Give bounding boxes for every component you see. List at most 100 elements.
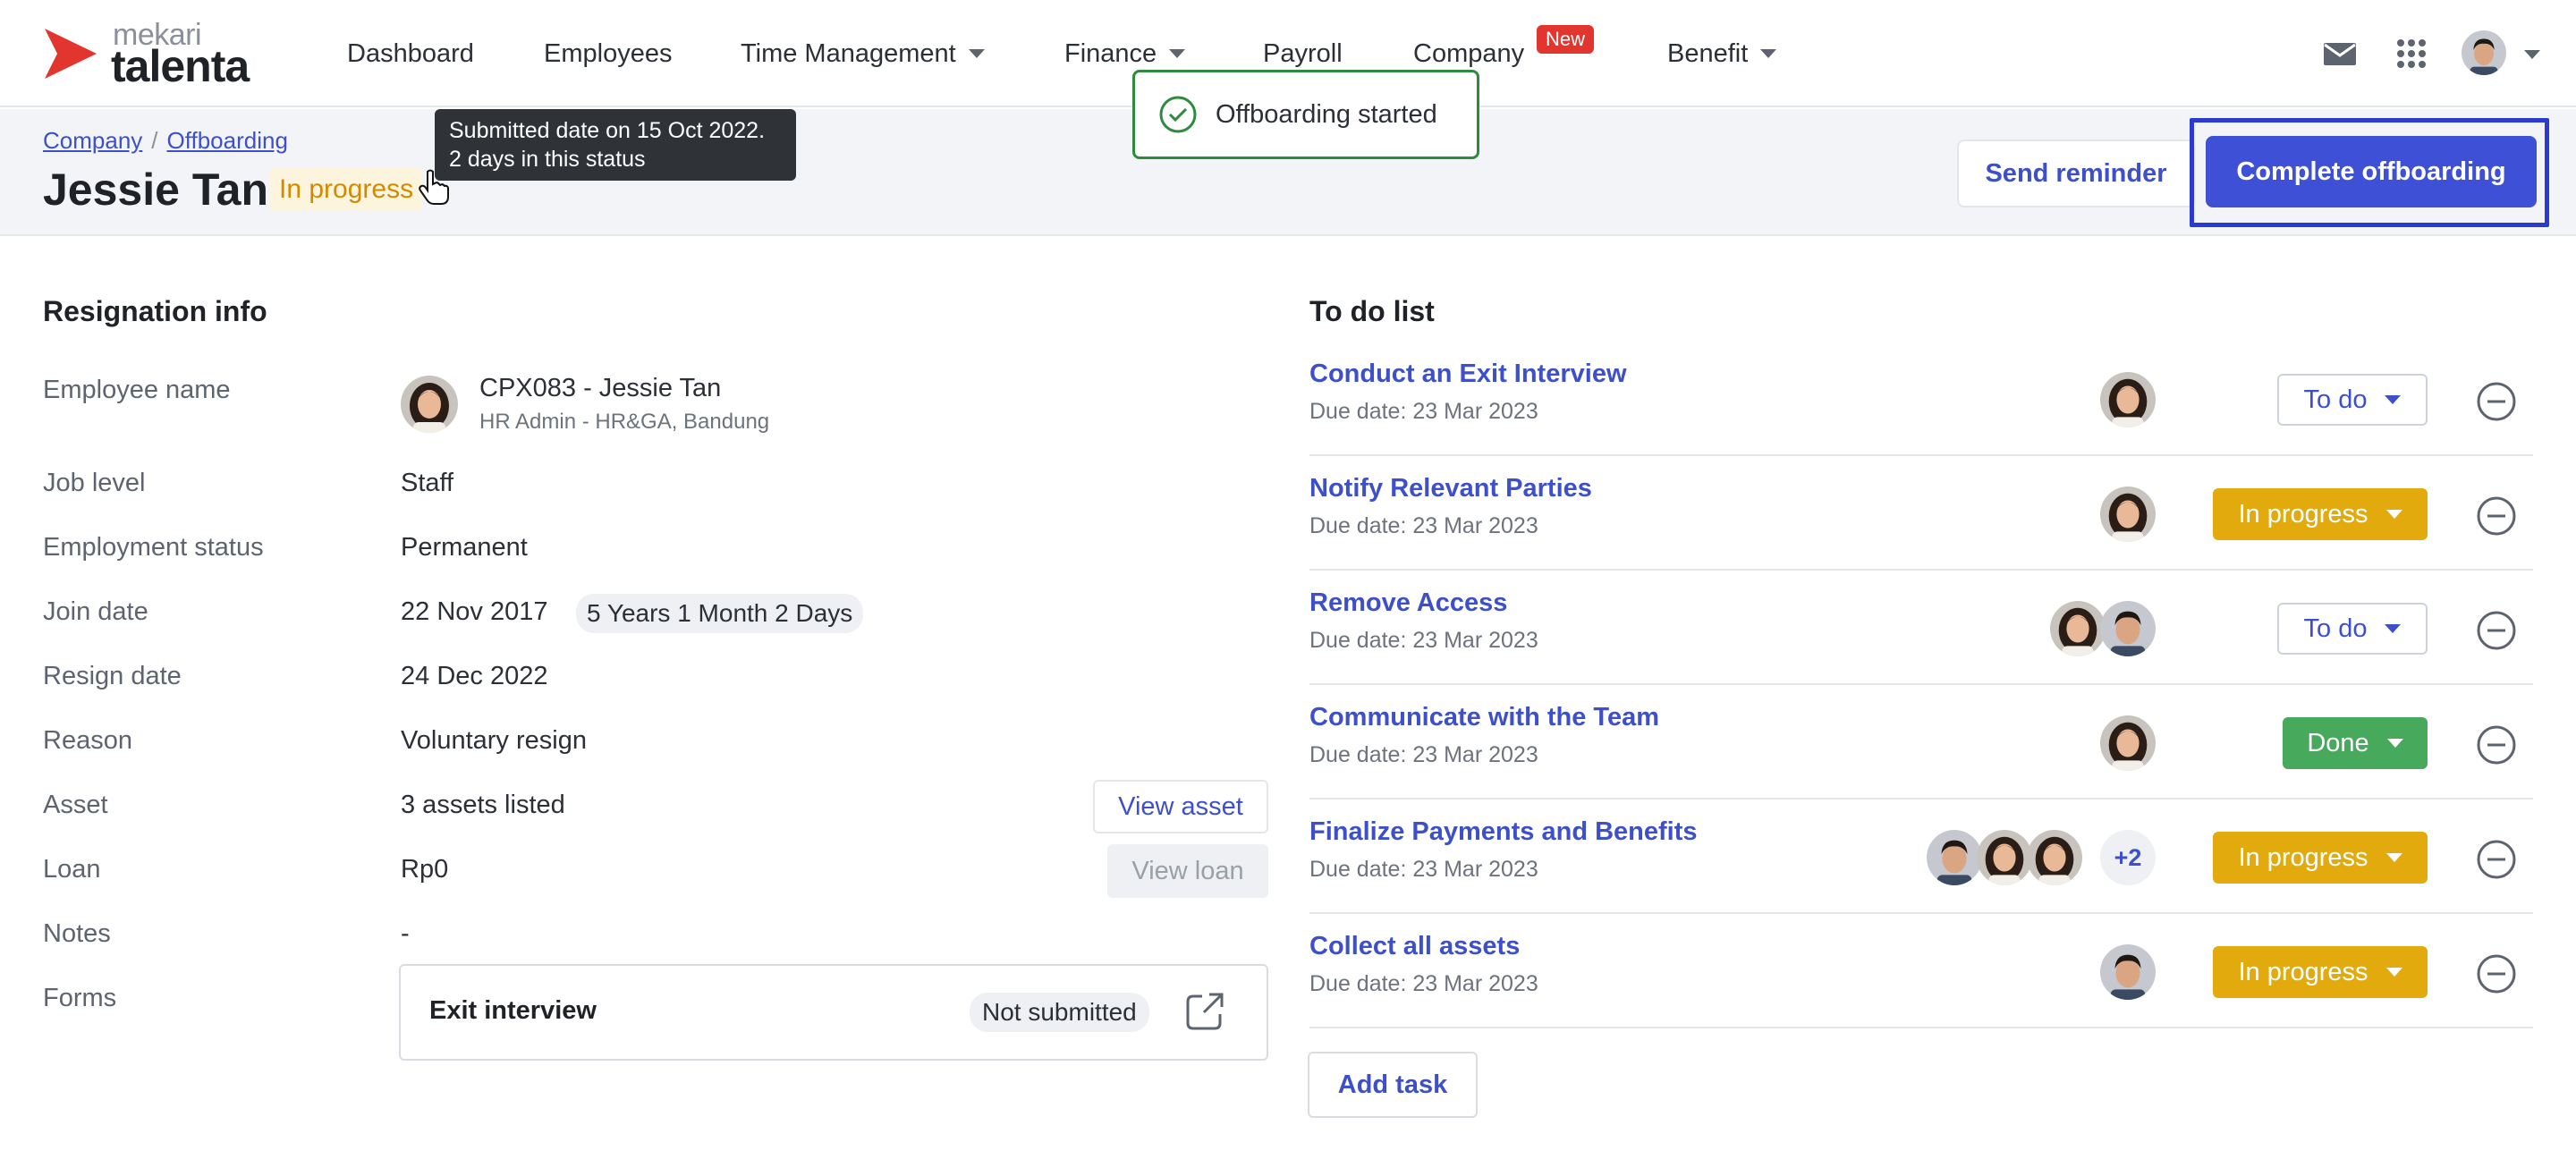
chevron-down-icon bbox=[968, 49, 985, 58]
task-title[interactable]: Remove Access bbox=[1309, 588, 1507, 618]
task-title[interactable]: Notify Relevant Parties bbox=[1309, 474, 1592, 503]
status-dropdown[interactable]: Done bbox=[2283, 717, 2428, 769]
loan-label: Loan bbox=[43, 855, 101, 884]
remove-circle-icon[interactable] bbox=[2476, 495, 2517, 537]
avatar-image bbox=[2100, 372, 2156, 427]
nav-label: Company bbox=[1413, 39, 1525, 68]
job-level-label: Job level bbox=[43, 469, 146, 497]
logo-text-big: talenta bbox=[111, 41, 250, 91]
asset-value: 3 assets listed bbox=[401, 791, 565, 819]
toast-message: Offboarding started bbox=[1216, 99, 1437, 129]
task-due-date: Due date: 23 Mar 2023 bbox=[1309, 742, 1538, 767]
success-toast: Offboarding started bbox=[1132, 70, 1479, 159]
avatar-image bbox=[2050, 601, 2106, 656]
nav-time-management[interactable]: Time Management bbox=[741, 36, 985, 72]
task-title[interactable]: Collect all assets bbox=[1309, 932, 1520, 961]
todo-row: Collect all assets Due date: 23 Mar 2023… bbox=[1309, 914, 2533, 1028]
avatar-image bbox=[1927, 830, 1982, 885]
nav-label: Time Management bbox=[741, 39, 956, 68]
status-dropdown[interactable]: In progress bbox=[2213, 946, 2428, 998]
add-task-button[interactable]: Add task bbox=[1308, 1052, 1478, 1118]
todo-row: Finalize Payments and Benefits Due date:… bbox=[1309, 799, 2533, 914]
nav-employees[interactable]: Employees bbox=[544, 36, 672, 72]
remove-circle-icon[interactable] bbox=[2476, 381, 2517, 422]
avatar-image bbox=[1977, 830, 2032, 885]
status-badge[interactable]: In progress bbox=[270, 168, 423, 211]
logo-mark-icon bbox=[45, 29, 97, 79]
tenure-badge: 5 Years 1 Month 2 Days bbox=[576, 594, 864, 633]
chevron-down-icon bbox=[1760, 49, 1777, 58]
avatar-image bbox=[401, 376, 458, 433]
task-due-date: Due date: 23 Mar 2023 bbox=[1309, 857, 1538, 882]
employee-avatar bbox=[401, 376, 458, 433]
status-dropdown-label: In progress bbox=[2238, 957, 2368, 986]
assignee-avatar bbox=[2050, 601, 2106, 656]
task-title[interactable]: Conduct an Exit Interview bbox=[1309, 360, 1627, 389]
breadcrumb-separator: / bbox=[151, 127, 158, 154]
forms-label: Forms bbox=[43, 984, 117, 1012]
more-assignees-badge[interactable]: +2 bbox=[2100, 830, 2156, 885]
join-date-value: 22 Nov 2017 bbox=[401, 597, 548, 626]
task-due-date: Due date: 23 Mar 2023 bbox=[1309, 513, 1538, 538]
employment-status-label: Employment status bbox=[43, 533, 264, 562]
assignee-avatar bbox=[1977, 830, 2032, 885]
chevron-down-icon bbox=[2385, 968, 2402, 977]
assignee-avatar bbox=[2100, 944, 2156, 1000]
employment-status-value: Permanent bbox=[401, 533, 528, 562]
nav-company[interactable]: Company bbox=[1413, 36, 1524, 72]
breadcrumb: Company / Offboarding bbox=[43, 127, 288, 155]
nav-dashboard[interactable]: Dashboard bbox=[347, 36, 474, 72]
view-loan-button: View loan bbox=[1107, 844, 1268, 898]
nav-benefit[interactable]: Benefit bbox=[1667, 36, 1777, 72]
avatar-image bbox=[2100, 486, 2156, 542]
avatar-image bbox=[2027, 830, 2082, 885]
nav-finance[interactable]: Finance bbox=[1064, 36, 1186, 72]
chevron-down-icon bbox=[2385, 510, 2402, 519]
resignation-info-title: Resignation info bbox=[43, 295, 267, 327]
remove-circle-icon[interactable] bbox=[2476, 610, 2517, 651]
task-title[interactable]: Communicate with the Team bbox=[1309, 703, 1659, 732]
external-link-icon[interactable] bbox=[1182, 989, 1227, 1034]
resign-date-label: Resign date bbox=[43, 662, 182, 690]
assignee-avatar bbox=[2100, 486, 2156, 542]
check-circle-icon bbox=[1159, 96, 1197, 133]
assignee-avatar bbox=[2100, 372, 2156, 427]
status-dropdown[interactable]: To do bbox=[2277, 603, 2428, 655]
apps-grid-icon[interactable] bbox=[2394, 36, 2429, 72]
remove-circle-icon[interactable] bbox=[2476, 839, 2517, 880]
send-reminder-button[interactable]: Send reminder bbox=[1957, 140, 2195, 207]
chevron-down-icon[interactable] bbox=[2524, 50, 2540, 59]
loan-value: Rp0 bbox=[401, 855, 449, 884]
form-card: Exit interview Not submitted bbox=[399, 964, 1268, 1061]
status-dropdown[interactable]: To do bbox=[2277, 374, 2428, 426]
view-asset-button[interactable]: View asset bbox=[1093, 780, 1268, 833]
todo-row: Remove Access Due date: 23 Mar 2023 To d… bbox=[1309, 571, 2533, 685]
status-dropdown[interactable]: In progress bbox=[2213, 832, 2428, 884]
avatar-image bbox=[2462, 30, 2506, 75]
status-dropdown-label: In progress bbox=[2238, 842, 2368, 872]
tooltip-line: 2 days in this status bbox=[449, 147, 646, 172]
nav-label: Employees bbox=[544, 39, 673, 68]
mekari-talenta-logo[interactable]: mekari talenta bbox=[41, 20, 274, 91]
todo-row: Conduct an Exit Interview Due date: 23 M… bbox=[1309, 342, 2533, 456]
task-title[interactable]: Finalize Payments and Benefits bbox=[1309, 817, 1698, 847]
status-dropdown[interactable]: In progress bbox=[2213, 488, 2428, 540]
task-due-date: Due date: 23 Mar 2023 bbox=[1309, 628, 1538, 653]
remove-circle-icon[interactable] bbox=[2476, 953, 2517, 994]
employee-code-name: CPX083 - Jessie Tan bbox=[479, 374, 722, 402]
assignee-avatar bbox=[2027, 830, 2082, 885]
breadcrumb-offboarding[interactable]: Offboarding bbox=[167, 127, 288, 155]
todo-row: Communicate with the Team Due date: 23 M… bbox=[1309, 685, 2533, 799]
nav-payroll[interactable]: Payroll bbox=[1263, 36, 1343, 72]
focus-highlight bbox=[2190, 118, 2549, 227]
reason-value: Voluntary resign bbox=[401, 726, 587, 755]
breadcrumb-company[interactable]: Company bbox=[43, 127, 142, 155]
user-avatar[interactable] bbox=[2462, 30, 2506, 75]
chevron-down-icon bbox=[2385, 624, 2402, 633]
assignee-avatar bbox=[2100, 601, 2156, 656]
notes-label: Notes bbox=[43, 919, 111, 948]
status-dropdown-label: Done bbox=[2307, 728, 2369, 757]
mail-icon[interactable] bbox=[2322, 36, 2358, 72]
remove-circle-icon[interactable] bbox=[2476, 724, 2517, 766]
status-dropdown-label: To do bbox=[2303, 385, 2368, 414]
